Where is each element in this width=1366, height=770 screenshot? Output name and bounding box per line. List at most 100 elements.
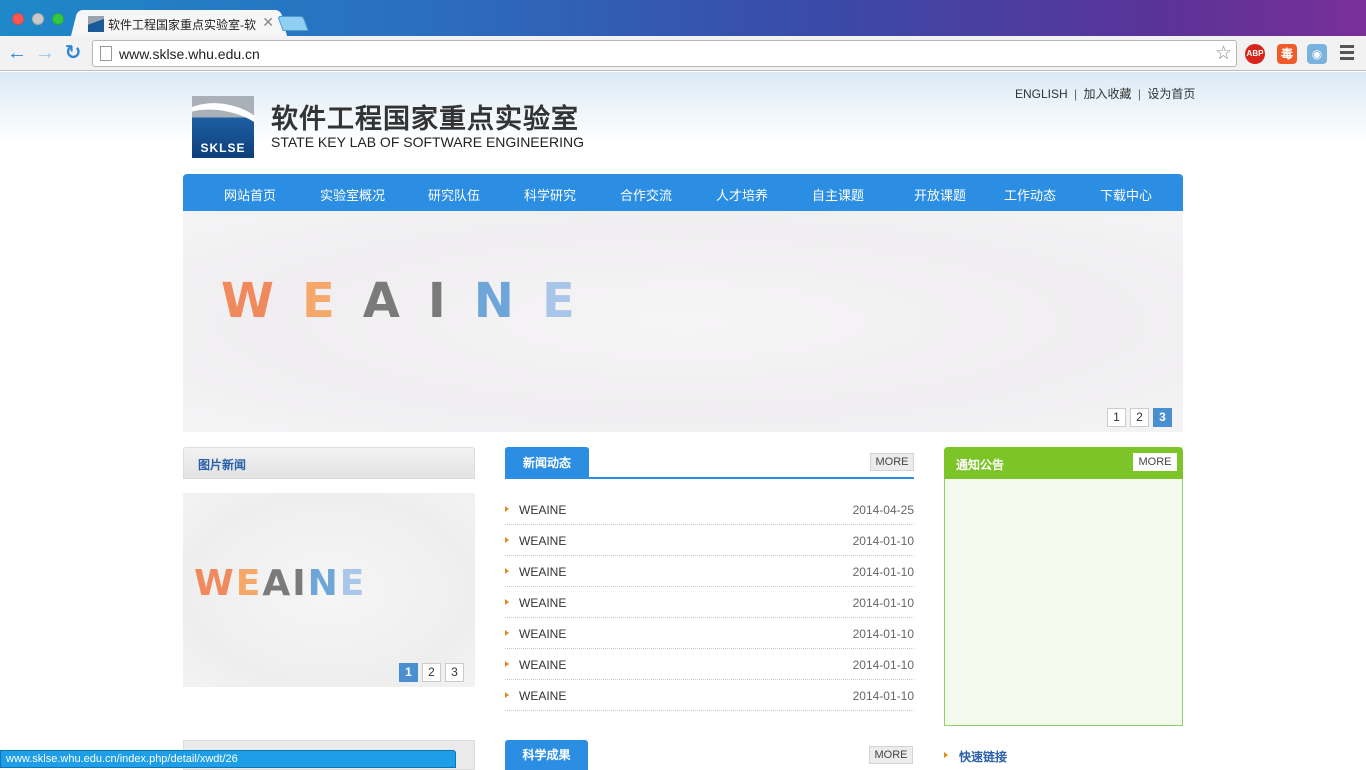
status-bar-url: www.sklse.whu.edu.cn/index.php/detail/xw… xyxy=(0,750,456,768)
nav-item-downloads[interactable]: 下载中心 xyxy=(1100,185,1152,204)
arrow-right-icon xyxy=(505,506,509,512)
news-title[interactable]: WEAINE xyxy=(519,565,566,579)
news-item[interactable]: WEAINE 2014-01-10 xyxy=(505,587,914,618)
news-more-button[interactable]: MORE xyxy=(870,453,914,471)
news-title[interactable]: WEAINE xyxy=(519,503,566,517)
arrow-right-icon xyxy=(505,537,509,543)
photo-page-3[interactable]: 3 xyxy=(445,663,464,682)
news-title[interactable]: WEAINE xyxy=(519,596,566,610)
results-tab[interactable]: 科学成果 xyxy=(505,740,588,770)
nav-item-overview[interactable]: 实验室概况 xyxy=(320,185,385,204)
separator: | xyxy=(1074,87,1078,101)
news-item[interactable]: WEAINE 2014-01-10 xyxy=(505,680,914,711)
bookmark-star-icon[interactable]: ☆ xyxy=(1215,42,1232,65)
new-tab-button[interactable] xyxy=(277,16,309,31)
results-more-button[interactable]: MORE xyxy=(869,746,913,764)
window-maximize-button[interactable] xyxy=(52,13,64,25)
news-header: 新闻动态 MORE xyxy=(505,447,914,479)
banner-letter: E xyxy=(301,273,363,329)
photo-news-title[interactable]: 图片新闻 xyxy=(198,456,246,473)
news-item[interactable]: WEAINE 2014-01-10 xyxy=(505,525,914,556)
nav-item-home[interactable]: 网站首页 xyxy=(224,185,276,204)
news-title[interactable]: WEAINE xyxy=(519,534,566,548)
news-date: 2014-01-10 xyxy=(852,534,914,548)
reload-icon[interactable]: ↻ xyxy=(61,41,85,65)
photo-news-panel: 图片新闻 WEAINE xyxy=(183,447,475,689)
address-bar[interactable]: www.sklse.whu.edu.cn ☆ xyxy=(92,40,1237,67)
photo-news-header: 图片新闻 xyxy=(183,447,475,479)
sklse-logo[interactable]: SKLSE xyxy=(192,96,254,158)
notice-panel: 通知公告 MORE xyxy=(944,447,1183,726)
browser-toolbar: ← → ↻ www.sklse.whu.edu.cn ☆ ABP 毒 ◉ xyxy=(0,36,1366,71)
site-subtitle: STATE KEY LAB OF SOFTWARE ENGINEERING xyxy=(271,134,584,150)
banner-letter: E xyxy=(541,273,603,329)
nav-item-talent[interactable]: 人才培养 xyxy=(716,185,768,204)
news-title[interactable]: WEAINE xyxy=(519,658,566,672)
photo-news-image[interactable]: WEAINE xyxy=(183,493,475,687)
browser-tab-active[interactable]: 软件工程国家重点实验室-软件 ✕ xyxy=(80,10,278,38)
set-homepage-link[interactable]: 设为首页 xyxy=(1147,87,1195,101)
photo-page-2[interactable]: 2 xyxy=(422,663,441,682)
arrow-right-icon xyxy=(505,661,509,667)
add-favorite-link[interactable]: 加入收藏 xyxy=(1084,87,1132,101)
nav-item-open-projects[interactable]: 开放课题 xyxy=(914,185,966,204)
photo-page-1[interactable]: 1 xyxy=(399,663,418,682)
adblock-extension-icon[interactable]: ABP xyxy=(1245,44,1265,64)
site-title: 软件工程国家重点实验室 xyxy=(271,104,579,134)
nav-item-team[interactable]: 研究队伍 xyxy=(428,185,480,204)
news-item[interactable]: WEAINE 2014-01-10 xyxy=(505,649,914,680)
browser-tabstrip: 软件工程国家重点实验室-软件 ✕ xyxy=(0,0,1366,38)
extension-red-icon[interactable]: 毒 xyxy=(1277,44,1297,64)
banner-letter: N xyxy=(473,273,542,329)
tab-close-icon[interactable]: ✕ xyxy=(262,14,274,31)
news-tab[interactable]: 新闻动态 xyxy=(505,447,589,479)
window-close-button[interactable] xyxy=(12,13,24,25)
browser-menu-icon[interactable] xyxy=(1340,45,1354,61)
news-item[interactable]: WEAINE 2014-01-10 xyxy=(505,618,914,649)
news-date: 2014-01-10 xyxy=(852,658,914,672)
forward-arrow-icon[interactable]: → xyxy=(33,41,57,65)
page-icon xyxy=(100,46,112,61)
arrow-right-icon xyxy=(505,692,509,698)
banner-slideshow[interactable]: WEAINE xyxy=(183,211,1183,432)
news-item[interactable]: WEAINE 2014-04-25 xyxy=(505,494,914,525)
banner-letter: I xyxy=(427,273,474,329)
news-item[interactable]: WEAINE 2014-01-10 xyxy=(505,556,914,587)
photo-pager: 1 2 3 xyxy=(399,663,464,682)
top-links: ENGLISH | 加入收藏 | 设为首页 xyxy=(1015,85,1195,102)
banner-letter: A xyxy=(362,273,428,329)
banner-letter: A xyxy=(262,563,293,604)
nav-item-cooperation[interactable]: 合作交流 xyxy=(620,185,672,204)
quick-links-label[interactable]: 快速链接 xyxy=(959,750,1007,764)
notice-header: 通知公告 MORE xyxy=(944,447,1183,479)
banner-letter: W xyxy=(221,273,302,329)
notice-more-button[interactable]: MORE xyxy=(1133,453,1177,471)
banner-page-1[interactable]: 1 xyxy=(1107,408,1126,427)
banner-page-2[interactable]: 2 xyxy=(1130,408,1149,427)
quick-links-title[interactable]: 快速链接 xyxy=(944,748,1007,765)
news-title[interactable]: WEAINE xyxy=(519,689,566,703)
banner-page-3[interactable]: 3 xyxy=(1153,408,1172,427)
photo-word: WEAINE xyxy=(194,563,366,604)
news-date: 2014-04-25 xyxy=(852,503,914,517)
nav-item-research[interactable]: 科学研究 xyxy=(524,185,576,204)
news-list: WEAINE 2014-04-25 WEAINE 2014-01-10 WEAINE… xyxy=(505,494,914,711)
notice-title[interactable]: 通知公告 xyxy=(956,456,1004,473)
arrow-right-icon xyxy=(505,599,509,605)
back-arrow-icon[interactable]: ← xyxy=(5,41,29,65)
separator: | xyxy=(1137,87,1141,101)
url-text[interactable]: www.sklse.whu.edu.cn xyxy=(119,46,260,62)
news-title[interactable]: WEAINE xyxy=(519,627,566,641)
nav-item-work-news[interactable]: 工作动态 xyxy=(1004,185,1056,204)
nav-item-own-projects[interactable]: 自主课题 xyxy=(812,185,864,204)
banner-pager: 1 2 3 xyxy=(1107,408,1172,427)
arrow-right-icon xyxy=(505,568,509,574)
news-date: 2014-01-10 xyxy=(852,565,914,579)
favicon-icon xyxy=(88,16,104,32)
camera-extension-icon[interactable]: ◉ xyxy=(1307,44,1327,64)
banner-letter: E xyxy=(235,563,263,604)
english-link[interactable]: ENGLISH xyxy=(1015,87,1068,101)
banner-letter: I xyxy=(292,563,308,604)
window-minimize-button[interactable] xyxy=(32,13,44,25)
banner-letter: W xyxy=(194,563,236,604)
